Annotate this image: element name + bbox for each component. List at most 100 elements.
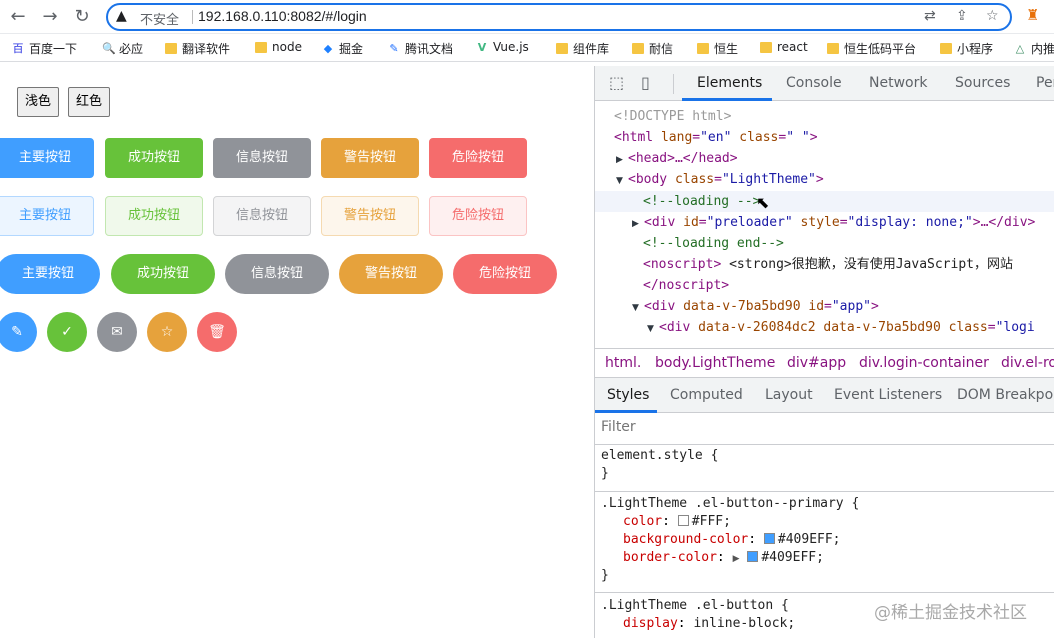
bookmark-item[interactable]: △ 内推: [1014, 40, 1054, 57]
edit-circle-button[interactable]: ✎: [0, 312, 37, 352]
bookmark-label: 耐信: [649, 42, 674, 56]
tab-layout[interactable]: Layout: [765, 387, 813, 403]
tab-performance[interactable]: Per: [1036, 75, 1054, 91]
translate-icon[interactable]: ⇄: [924, 8, 936, 24]
style-declaration[interactable]: color: #FFF;: [623, 513, 731, 531]
active-tab-indicator: [682, 98, 772, 101]
dom-node[interactable]: <!--loading end-->: [595, 233, 1054, 254]
tab-styles[interactable]: Styles: [607, 387, 649, 403]
bookmark-item[interactable]: react: [760, 40, 808, 54]
bookmark-item[interactable]: 百百度一下: [12, 40, 78, 57]
style-rule: element.style { }: [595, 445, 1054, 492]
danger-round-button[interactable]: 危险按钮: [453, 254, 557, 294]
bookmark-label: react: [777, 40, 808, 54]
bookmark-item[interactable]: ◆ 掘金: [322, 40, 363, 57]
dom-node[interactable]: <!--loading -->: [595, 191, 1054, 212]
breadcrumb-item[interactable]: html.: [605, 355, 641, 371]
tab-sources[interactable]: Sources: [955, 75, 1010, 91]
dom-node[interactable]: <noscript> <strong>很抱歉，没有使用JavaScript，网站: [595, 254, 1054, 275]
dom-node[interactable]: </noscript>: [595, 275, 1054, 296]
primary-round-button[interactable]: 主要按钮: [0, 254, 100, 294]
breadcrumb-item[interactable]: div.el-ro: [1001, 355, 1054, 371]
expand-triangle-icon[interactable]: ▶: [616, 150, 628, 171]
expand-triangle-icon[interactable]: ▶: [733, 554, 740, 564]
styles-tab-bar: Styles Computed Layout Event Listeners D…: [595, 378, 1054, 413]
danger-plain-button[interactable]: 危险按钮: [429, 196, 527, 236]
inspect-icon[interactable]: ⬚: [609, 73, 624, 92]
tag-text: </noscript>: [643, 278, 730, 293]
check-circle-button[interactable]: ✓: [47, 312, 87, 352]
dom-node[interactable]: ▼ <div data-v-26084dc2 data-v-7ba5bd90 cl…: [595, 317, 1054, 338]
delete-circle-button[interactable]: 🗑: [197, 312, 237, 352]
color-swatch[interactable]: [763, 533, 775, 544]
warning-button[interactable]: 警告按钮: [321, 138, 419, 178]
bookmark-item[interactable]: 恒生低码平台: [827, 40, 916, 57]
bookmark-item[interactable]: 组件库: [556, 40, 609, 57]
message-circle-button[interactable]: ✉: [97, 312, 137, 352]
bookmark-item[interactable]: 翻译软件: [165, 40, 230, 57]
extension-icon[interactable]: ♜: [1026, 6, 1039, 24]
tab-elements[interactable]: Elements: [697, 75, 762, 91]
success-plain-button[interactable]: 成功按钮: [105, 196, 203, 236]
expand-triangle-icon[interactable]: ▶: [632, 214, 644, 235]
info-plain-button[interactable]: 信息按钮: [213, 196, 311, 236]
breadcrumb-item[interactable]: body.LightTheme: [655, 355, 775, 371]
share-icon[interactable]: ⇪: [956, 8, 968, 24]
light-theme-button[interactable]: 浅色: [17, 87, 60, 117]
style-declaration[interactable]: display: inline-block;: [623, 615, 795, 633]
rule-selector[interactable]: .LightTheme .el-button--primary {: [601, 495, 859, 513]
primary-button[interactable]: 主要按钮: [0, 138, 94, 178]
warning-plain-button[interactable]: 警告按钮: [321, 196, 419, 236]
watermark: @稀土掘金技术社区: [874, 603, 1027, 623]
info-button[interactable]: 信息按钮: [213, 138, 311, 178]
collapse-triangle-icon[interactable]: ▼: [616, 171, 628, 192]
success-button[interactable]: 成功按钮: [105, 138, 203, 178]
bookmark-item[interactable]: 耐信: [632, 40, 673, 57]
insecure-label[interactable]: 不安全: [140, 9, 179, 28]
bookmark-item[interactable]: 恒生: [697, 40, 738, 57]
forward-icon[interactable]: →: [38, 5, 62, 29]
warning-icon[interactable]: ▲: [116, 8, 127, 24]
collapse-triangle-icon[interactable]: ▼: [647, 319, 659, 340]
tab-dom-breakpoints[interactable]: DOM Breakpoi: [957, 387, 1054, 403]
dom-node[interactable]: <!DOCTYPE html>: [595, 106, 1054, 127]
reload-icon[interactable]: ↻: [70, 5, 94, 29]
primary-plain-button[interactable]: 主要按钮: [0, 196, 94, 236]
bookmark-item[interactable]: 小程序: [940, 40, 993, 57]
url-text[interactable]: 192.168.0.110:8082/#/login: [198, 8, 367, 24]
red-theme-button[interactable]: 红色: [68, 87, 111, 117]
warning-round-button[interactable]: 警告按钮: [339, 254, 443, 294]
rule-selector[interactable]: .LightTheme .el-button {: [601, 597, 789, 615]
color-swatch[interactable]: [747, 551, 759, 562]
address-bar[interactable]: ▲ 不安全 192.168.0.110:8082/#/login ⇄ ⇪ ☆: [106, 3, 1012, 31]
back-icon[interactable]: ←: [6, 5, 30, 29]
collapse-triangle-icon[interactable]: ▼: [632, 298, 644, 319]
color-swatch[interactable]: [677, 515, 689, 526]
bookmark-item[interactable]: V Vue.js: [476, 40, 529, 54]
bookmark-item[interactable]: 🔍 必应: [102, 40, 143, 57]
breadcrumb-item[interactable]: div.login-container: [859, 355, 989, 371]
success-round-button[interactable]: 成功按钮: [111, 254, 215, 294]
style-declaration[interactable]: border-color: ▶ #409EFF;: [623, 549, 824, 567]
dom-node[interactable]: <html lang="en" class=" ">: [595, 127, 1054, 148]
tab-computed[interactable]: Computed: [670, 387, 743, 403]
dom-node[interactable]: ▶ <div id="preloader" style="display: non…: [595, 212, 1054, 233]
tab-event-listeners[interactable]: Event Listeners: [834, 387, 942, 403]
star-circle-button[interactable]: ☆: [147, 312, 187, 352]
device-toggle-icon[interactable]: ▯: [641, 73, 650, 92]
filter-input[interactable]: [601, 419, 901, 435]
breadcrumb-item[interactable]: div#app: [787, 355, 846, 371]
style-declaration[interactable]: background-color: #409EFF;: [623, 531, 841, 549]
comment-text: <!--loading -->: [643, 194, 761, 209]
tab-console[interactable]: Console: [786, 75, 842, 91]
dom-node[interactable]: ▼ <body class="LightTheme">: [595, 169, 1054, 190]
danger-button[interactable]: 危险按钮: [429, 138, 527, 178]
star-icon[interactable]: ☆: [986, 8, 999, 24]
rule-selector[interactable]: element.style {: [601, 447, 718, 465]
tab-network[interactable]: Network: [869, 75, 927, 91]
bookmark-item[interactable]: node: [255, 40, 302, 54]
dom-node[interactable]: ▶ <head>…</head>: [595, 148, 1054, 169]
bookmark-item[interactable]: ✎ 腾讯文档: [388, 40, 453, 57]
info-round-button[interactable]: 信息按钮: [225, 254, 329, 294]
dom-node[interactable]: ▼ <div data-v-7ba5bd90 id="app">: [595, 296, 1054, 317]
